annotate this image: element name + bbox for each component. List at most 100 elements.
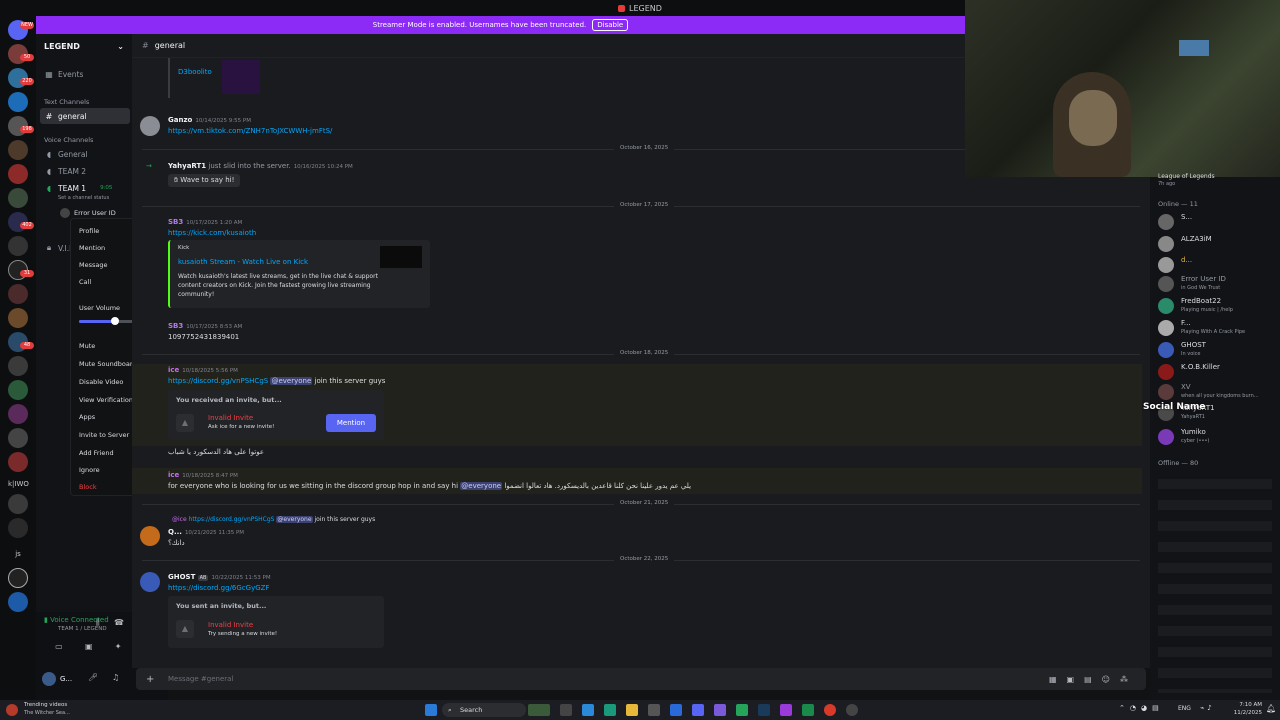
menu-invite[interactable]: Invite to Server	[79, 431, 129, 439]
language-indicator[interactable]: ENG	[1178, 705, 1191, 712]
server-icon[interactable]	[8, 140, 28, 160]
server-icon[interactable]	[8, 380, 28, 400]
menu-mute-soundboard[interactable]: Mute Soundboard	[79, 360, 137, 368]
server-icon[interactable]	[8, 236, 28, 256]
member-item[interactable]: GHOST In voice	[1158, 340, 1280, 360]
author-name[interactable]: Ganzo	[168, 116, 192, 124]
news-subtitle[interactable]: The Witcher Sea...	[24, 710, 70, 716]
tray-icons[interactable]: ⌃◔◕▤	[1119, 704, 1164, 712]
embed-author[interactable]: D3boolito	[178, 68, 212, 76]
member-item[interactable]: d...	[1158, 255, 1280, 275]
author-name[interactable]: SB3	[168, 218, 183, 226]
server-icon[interactable]	[8, 568, 28, 588]
server-icon[interactable]	[8, 518, 28, 538]
server-icon[interactable]	[8, 356, 28, 376]
discord-icon[interactable]	[692, 704, 704, 716]
app-icon[interactable]	[604, 704, 616, 716]
menu-call[interactable]: Call	[79, 278, 91, 286]
member-item[interactable]: XV when all your kingdoms burn...	[1158, 382, 1280, 402]
network-volume-icons[interactable]: ⌁♪	[1200, 704, 1215, 712]
noise-suppression-icon[interactable]: ⫼	[96, 618, 100, 628]
message-link[interactable]: https://vm.tiktok.com/ZNH7nToJXCWWH-jmFt…	[168, 127, 332, 135]
menu-profile[interactable]: Profile	[79, 227, 99, 235]
voice-channel-team2[interactable]: ◖ TEAM 2	[40, 163, 130, 179]
member-item[interactable]: Error User ID in God We Trust	[1158, 274, 1280, 294]
menu-block[interactable]: Block	[79, 483, 97, 491]
obs-icon[interactable]	[846, 704, 858, 716]
task-view-icon[interactable]	[560, 704, 572, 716]
camera-icon[interactable]: ▭	[55, 642, 63, 658]
author-name[interactable]: ice	[168, 471, 179, 479]
notification-icon[interactable]: 🔔︎	[1266, 704, 1276, 713]
author-name[interactable]: ice	[168, 366, 179, 374]
volume-knob[interactable]	[110, 317, 119, 325]
activities-icon[interactable]: ✦	[115, 642, 122, 658]
author-name[interactable]: Q...	[168, 528, 182, 536]
author-name[interactable]: GHOST	[168, 573, 195, 581]
menu-add-friend[interactable]: Add Friend	[79, 449, 114, 457]
avatar[interactable]	[140, 572, 160, 592]
app-icon[interactable]	[648, 704, 660, 716]
text-channels-category[interactable]: Text Channels	[44, 98, 89, 106]
mention-button[interactable]: Mention	[326, 414, 376, 432]
menu-apps[interactable]: Apps	[79, 413, 95, 421]
channel-status-hint[interactable]: Set a channel status	[58, 195, 109, 201]
message-composer[interactable]: + Message #general ▦▣▤☺⁂	[136, 668, 1146, 690]
avatar[interactable]	[42, 672, 56, 686]
clock-time[interactable]: 7:10 AM	[1234, 702, 1262, 708]
server-folder-label[interactable]: js	[8, 550, 28, 558]
voice-channels-category[interactable]: Voice Channels	[44, 136, 93, 144]
whatsapp-icon[interactable]	[736, 704, 748, 716]
server-icon[interactable]	[8, 308, 28, 328]
app-icon[interactable]	[714, 704, 726, 716]
server-icon[interactable]	[8, 592, 28, 612]
plus-icon[interactable]: +	[146, 674, 154, 685]
avatar[interactable]	[140, 116, 160, 136]
invite-link[interactable]: https://discord.gg/vnPSHCgS	[168, 377, 268, 385]
member-item[interactable]: FredBoat22 Playing music | /help	[1158, 296, 1280, 316]
server-folder-label[interactable]: k|IWO	[8, 480, 29, 488]
chrome-icon[interactable]	[824, 704, 836, 716]
member-item[interactable]: K.O.B.Killer	[1158, 362, 1280, 382]
voice-channel-general[interactable]: ◖ General	[40, 146, 130, 162]
message-input[interactable]: Message #general	[168, 675, 233, 683]
app-icon[interactable]	[670, 704, 682, 716]
server-icon[interactable]	[8, 188, 28, 208]
menu-message[interactable]: Message	[79, 261, 108, 269]
news-title[interactable]: Trending videos	[24, 702, 67, 708]
disable-button[interactable]: Disable	[592, 19, 629, 31]
server-icon[interactable]	[8, 494, 28, 514]
events-item[interactable]: ▦ Events	[40, 66, 130, 82]
user-name[interactable]: G...	[60, 675, 72, 683]
server-icon[interactable]	[8, 164, 28, 184]
app-icon[interactable]	[582, 704, 594, 716]
headphones-icon[interactable]: ♫	[112, 673, 119, 682]
everyone-mention[interactable]: @everyone	[460, 482, 503, 490]
server-header[interactable]: LEGEND ⌄	[36, 34, 132, 58]
author-name[interactable]: SB3	[168, 322, 183, 330]
clock-date[interactable]: 11/2/2025	[1232, 710, 1262, 716]
embed-thumbnail[interactable]	[222, 60, 260, 94]
message-link[interactable]: https://kick.com/kusaioth	[168, 229, 256, 237]
menu-mute[interactable]: Mute	[79, 342, 95, 350]
composer-tools-icon[interactable]: ▦▣▤☺⁂	[1049, 675, 1138, 684]
app-icon[interactable]	[780, 704, 792, 716]
voice-channel-team1[interactable]: ◖ TEAM 1 9:05	[40, 180, 130, 196]
reply-preview[interactable]: @ice https://discord.gg/vnPSHCgS @everyo…	[172, 516, 375, 523]
weather-icon[interactable]	[6, 704, 18, 716]
channel-general[interactable]: # general	[40, 108, 130, 124]
embed-thumbnail[interactable]	[380, 246, 422, 268]
server-icon[interactable]	[8, 284, 28, 304]
folder-icon[interactable]	[626, 704, 638, 716]
server-icon[interactable]	[8, 428, 28, 448]
menu-mention[interactable]: Mention	[79, 244, 105, 252]
avatar[interactable]	[140, 526, 160, 546]
screen-share-icon[interactable]: ▣	[85, 642, 93, 658]
server-icon[interactable]	[8, 92, 28, 112]
app-icon[interactable]	[802, 704, 814, 716]
member-item[interactable]: Yumiko cyber (•••)	[1158, 427, 1280, 447]
microphone-icon[interactable]: 🎤︎	[88, 673, 98, 682]
menu-ignore[interactable]: Ignore	[79, 466, 100, 474]
embed-title[interactable]: kusaioth Stream - Watch Live on Kick	[178, 258, 308, 266]
everyone-mention[interactable]: @everyone	[270, 377, 313, 385]
